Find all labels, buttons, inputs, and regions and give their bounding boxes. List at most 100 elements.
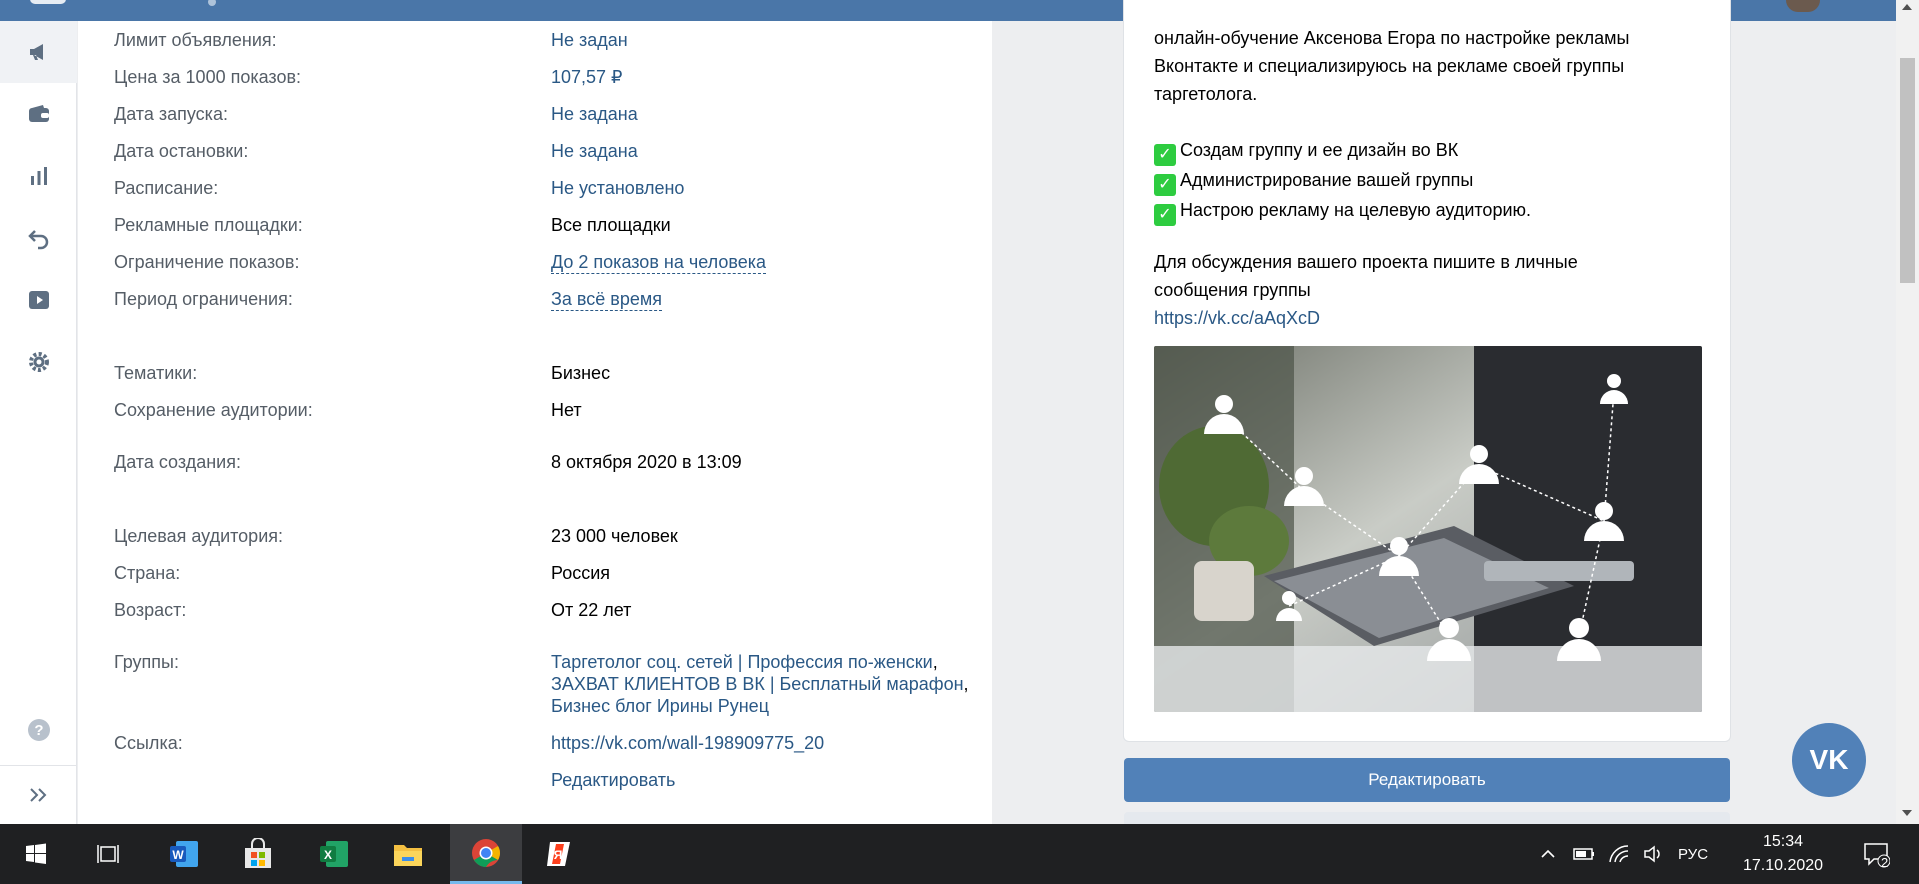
- task-view-icon: [97, 845, 119, 863]
- edit-link[interactable]: Редактировать: [551, 769, 675, 791]
- group-link[interactable]: ЗАХВАТ КЛИЕНТОВ В ВК | Бесплатный марафо…: [551, 674, 964, 694]
- battery-icon[interactable]: [1572, 844, 1596, 864]
- detail-value: 23 000 человек: [551, 526, 678, 546]
- expand-sidebar-button[interactable]: [0, 766, 77, 824]
- detail-value: Все площадки: [551, 215, 671, 235]
- detail-label: Сохранение аудитории:: [114, 400, 313, 420]
- preview-contact: Для обсуждения вашего проекта пишите в л…: [1154, 248, 1714, 332]
- groups-row: Группы: Таргетолог соц. сетей | Професси…: [114, 651, 994, 721]
- taskbar-yandex[interactable]: Я: [524, 824, 596, 884]
- impression-limit-dropdown[interactable]: До 2 показов на человека: [551, 251, 766, 274]
- sidebar-item-campaigns[interactable]: [0, 21, 77, 83]
- detail-value: От 22 лет: [551, 600, 632, 620]
- ad-photo: [1154, 346, 1702, 712]
- taskbar-chrome[interactable]: [450, 824, 522, 884]
- detail-label: Возраст:: [114, 600, 187, 620]
- detail-value: Нет: [551, 400, 582, 420]
- clock-time: 15:34: [1762, 833, 1804, 850]
- detail-label: Ограничение показов:: [114, 252, 300, 272]
- yandex-browser-icon: Я: [547, 842, 570, 866]
- volume-icon[interactable]: [1642, 844, 1664, 864]
- checklist-item: ✓ Создам группу и ее дизайн во ВК: [1154, 136, 1714, 166]
- taskbar-word[interactable]: W: [148, 824, 220, 884]
- wifi-icon[interactable]: [1608, 844, 1630, 864]
- detail-label: Цена за 1000 показов:: [114, 67, 302, 87]
- word-icon: W: [170, 841, 198, 867]
- vertical-scrollbar[interactable]: [1896, 0, 1919, 824]
- taskbar-excel[interactable]: X: [298, 824, 370, 884]
- detail-value[interactable]: Не задан: [551, 29, 628, 51]
- limit-period-dropdown[interactable]: За всё время: [551, 288, 662, 311]
- detail-value[interactable]: Не установлено: [551, 177, 684, 199]
- wallet-icon: [28, 105, 49, 122]
- groups-label: Группы:: [114, 652, 179, 672]
- help-button[interactable]: ?: [0, 699, 77, 761]
- search-icon[interactable]: [208, 0, 216, 6]
- detail-value[interactable]: Не задана: [551, 140, 638, 162]
- sidebar-item-videos[interactable]: [0, 269, 77, 331]
- ad-preview-card: онлайн-обучение Аксенова Егора по настро…: [1123, 0, 1731, 742]
- sidebar-item-settings[interactable]: [0, 331, 77, 393]
- video-icon: [28, 291, 49, 309]
- svg-text:Я: Я: [554, 848, 563, 862]
- preview-url-link[interactable]: https://vk.cc/aAqXcD: [1154, 304, 1714, 332]
- megaphone-icon: [29, 44, 43, 60]
- checkmark-icon: ✓: [1154, 144, 1176, 166]
- undo-icon: [27, 230, 48, 250]
- chevron-up-icon[interactable]: [1538, 844, 1558, 864]
- taskbar-store[interactable]: [222, 824, 294, 884]
- detail-value: 8 октября 2020 в 13:09: [551, 452, 742, 472]
- detail-value: Бизнес: [551, 363, 611, 383]
- detail-label: Дата создания:: [114, 452, 241, 472]
- ad-image[interactable]: [1154, 346, 1702, 712]
- scroll-thumb[interactable]: [1900, 58, 1915, 283]
- vk-messenger-button[interactable]: VK: [1792, 723, 1866, 797]
- clock-date: 17.10.2020: [1742, 857, 1824, 874]
- vk-logo-fragment[interactable]: [30, 0, 66, 4]
- checkmark-icon: ✓: [1154, 204, 1176, 226]
- detail-label: Период ограничения:: [114, 289, 293, 309]
- svg-text:X: X: [324, 848, 332, 862]
- preview-checklist: ✓ Создам группу и ее дизайн во ВК ✓ Админи…: [1154, 136, 1714, 226]
- windows-icon: [26, 843, 46, 864]
- detail-value: Россия: [551, 563, 611, 583]
- vk-logo-icon: VK: [1809, 744, 1849, 775]
- ad-details-panel: Лимит объявления: Не задан Цена за 1000 …: [78, 21, 992, 824]
- task-view-button[interactable]: [72, 824, 144, 884]
- preview-intro: онлайн-обучение Аксенова Егора по настро…: [1154, 28, 1630, 104]
- group-link[interactable]: Бизнес блог Ирины Рунец: [551, 696, 769, 716]
- post-link[interactable]: https://vk.com/wall-198909775_20: [551, 732, 824, 754]
- detail-label: Тематики:: [114, 363, 198, 383]
- taskbar-clock[interactable]: 15:34 17.10.2020: [1735, 830, 1831, 878]
- detail-label: Расписание:: [114, 178, 219, 198]
- detail-label: Рекламные площадки:: [114, 215, 303, 235]
- start-button[interactable]: [0, 824, 72, 884]
- language-indicator[interactable]: РУС: [1678, 846, 1708, 863]
- taskbar-explorer[interactable]: [372, 824, 444, 884]
- scroll-down-icon[interactable]: [1902, 810, 1912, 816]
- system-tray: РУС: [1538, 824, 1708, 884]
- detail-value[interactable]: 107,57 ₽: [551, 66, 623, 88]
- svg-text:?: ?: [34, 722, 43, 739]
- chrome-icon: [472, 838, 500, 867]
- windows-taskbar: W X Я РУС 15:34 17.10.2020 2: [0, 824, 1919, 884]
- sidebar-item-budget[interactable]: [0, 83, 77, 145]
- stats-icon: [30, 167, 47, 185]
- sidebar-item-statistics[interactable]: [0, 145, 77, 207]
- group-link[interactable]: Таргетолог соц. сетей | Профессия по-жен…: [551, 652, 933, 672]
- sidebar-item-retargeting[interactable]: [0, 207, 77, 269]
- edit-button[interactable]: Редактировать: [1124, 758, 1730, 802]
- avatar[interactable]: [1786, 0, 1820, 12]
- detail-value[interactable]: Не задана: [551, 103, 638, 125]
- ads-sidebar: ?: [0, 21, 77, 824]
- detail-label: Целевая аудитория:: [114, 526, 283, 546]
- excel-icon: X: [320, 841, 348, 867]
- notification-count: 2: [1881, 855, 1889, 870]
- detail-label: Лимит объявления:: [114, 30, 277, 50]
- checklist-item: ✓ Настрою рекламу на целевую аудиторию.: [1154, 196, 1714, 226]
- detail-label: Страна:: [114, 563, 181, 583]
- notifications-button[interactable]: 2: [1856, 824, 1896, 884]
- checkmark-icon: ✓: [1154, 174, 1176, 196]
- scroll-up-icon[interactable]: [1902, 4, 1912, 10]
- folder-icon: [394, 845, 422, 866]
